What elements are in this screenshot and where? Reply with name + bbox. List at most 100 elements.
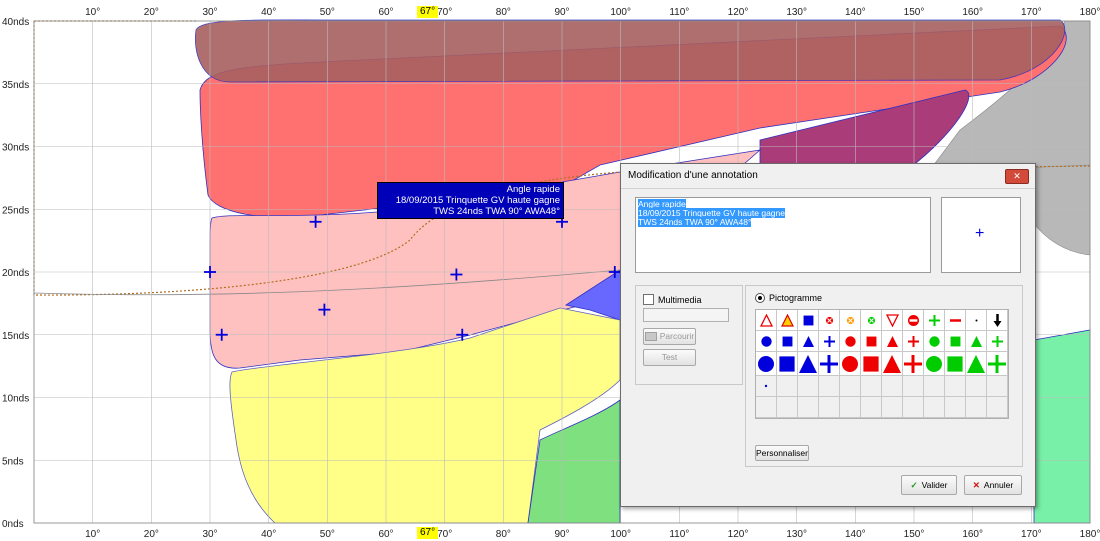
x-tick-label: 80° — [496, 7, 511, 18]
empty-cell[interactable] — [903, 397, 924, 418]
x-tick-label: 40° — [261, 529, 276, 540]
plus-green-icon[interactable] — [924, 310, 945, 331]
angle-marker-top: 67° — [417, 6, 439, 18]
empty-cell[interactable] — [945, 397, 966, 418]
checkbox-box[interactable] — [643, 294, 654, 305]
empty-cell[interactable] — [882, 376, 903, 397]
radio-dot[interactable] — [755, 293, 765, 303]
empty-cell[interactable] — [819, 376, 840, 397]
square-green-icon[interactable] — [945, 352, 966, 376]
empty-cell[interactable] — [756, 376, 777, 397]
square-red-icon[interactable] — [861, 331, 882, 352]
plus-red-icon[interactable] — [903, 352, 924, 376]
circle-green-icon[interactable] — [924, 331, 945, 352]
arrow-down-black-icon[interactable] — [987, 310, 1008, 331]
empty-cell[interactable] — [987, 397, 1008, 418]
x-tick-label: 120° — [728, 7, 749, 18]
multimedia-path-field[interactable] — [643, 308, 729, 322]
circle-x-orange-icon[interactable] — [840, 310, 861, 331]
text-line: TWS 24nds TWA 90° AWA48° — [638, 217, 752, 227]
circle-green-icon[interactable] — [924, 352, 945, 376]
annuler-button[interactable]: ✕ Annuler — [964, 475, 1022, 495]
circle-x-red-icon[interactable] — [819, 310, 840, 331]
empty-cell[interactable] — [777, 376, 798, 397]
valider-button[interactable]: ✓ Valider — [901, 475, 957, 495]
x-tick-label: 140° — [845, 529, 866, 540]
test-button[interactable]: Test — [643, 349, 696, 366]
annotation-text-area[interactable]: Angle rapide 18/09/2015 Trinquette GV ha… — [635, 197, 931, 273]
x-tick-label: 130° — [786, 529, 807, 540]
empty-cell[interactable] — [903, 376, 924, 397]
square-red-icon[interactable] — [861, 352, 882, 376]
empty-cell[interactable] — [861, 397, 882, 418]
circle-x-green-icon[interactable] — [861, 310, 882, 331]
no-entry-icon[interactable] — [903, 310, 924, 331]
angle-marker-bottom: 67° — [417, 527, 439, 539]
empty-cell[interactable] — [966, 397, 987, 418]
triangle-blue-icon[interactable] — [798, 352, 819, 376]
triangle-red-icon[interactable] — [882, 331, 903, 352]
square-blue-icon[interactable] — [777, 331, 798, 352]
plus-green-icon[interactable] — [987, 331, 1008, 352]
dialog-titlebar[interactable]: Modification d'une annotation ✕ — [621, 164, 1035, 189]
parcourir-button[interactable]: Parcourir — [643, 328, 696, 345]
x-tick-label: 70° — [437, 7, 452, 18]
x-tick-label: 110° — [669, 7, 689, 18]
check-icon: ✓ — [910, 480, 918, 490]
y-tick-label: 30nds — [2, 143, 29, 154]
dialog-body: Angle rapide 18/09/2015 Trinquette GV ha… — [621, 189, 1035, 506]
pictogram-grid[interactable] — [755, 309, 1009, 419]
x-tick-label: 30° — [202, 529, 217, 540]
tooltip-line: Angle rapide — [506, 184, 560, 195]
triangle-down-red-icon[interactable] — [882, 310, 903, 331]
empty-cell[interactable] — [924, 376, 945, 397]
empty-cell[interactable] — [882, 397, 903, 418]
square-blue-icon[interactable] — [798, 310, 819, 331]
circle-red-icon[interactable] — [840, 331, 861, 352]
triangle-green-icon[interactable] — [966, 352, 987, 376]
multimedia-checkbox[interactable]: Multimedia — [643, 294, 702, 305]
empty-cell[interactable] — [798, 397, 819, 418]
empty-cell[interactable] — [924, 397, 945, 418]
empty-cell[interactable] — [861, 376, 882, 397]
triangle-orange-icon[interactable] — [777, 310, 798, 331]
plus-red-icon[interactable] — [903, 331, 924, 352]
close-button[interactable]: ✕ — [1005, 169, 1029, 184]
empty-cell[interactable] — [798, 376, 819, 397]
x-tick-label: 50° — [320, 7, 335, 18]
x-tick-label: 80° — [496, 529, 511, 540]
plus-blue-icon[interactable] — [819, 331, 840, 352]
x-tick-label: 180° — [1080, 7, 1100, 18]
x-tick-label: 140° — [845, 7, 866, 18]
y-tick-label: 35nds — [2, 80, 29, 91]
square-green-icon[interactable] — [945, 331, 966, 352]
triangle-red-icon[interactable] — [882, 352, 903, 376]
x-tick-label: 110° — [669, 529, 689, 540]
empty-cell[interactable] — [840, 376, 861, 397]
empty-cell[interactable] — [777, 397, 798, 418]
plus-blue-icon[interactable] — [819, 352, 840, 376]
x-tick-label: 170° — [1021, 529, 1042, 540]
triangle-green-icon[interactable] — [966, 331, 987, 352]
pictogramme-radio[interactable]: Pictogramme — [755, 293, 822, 303]
empty-cell[interactable] — [945, 376, 966, 397]
empty-cell[interactable] — [966, 376, 987, 397]
circle-blue-icon[interactable] — [756, 352, 777, 376]
y-tick-label: 20nds — [2, 268, 29, 279]
empty-cell[interactable] — [987, 376, 1008, 397]
empty-cell[interactable] — [756, 397, 777, 418]
x-tick-label: 130° — [786, 7, 807, 18]
triangle-outline-red-icon[interactable] — [756, 310, 777, 331]
circle-red-icon[interactable] — [840, 352, 861, 376]
dot-small-icon[interactable] — [966, 310, 987, 331]
brown-area — [195, 19, 1066, 83]
triangle-blue-icon[interactable] — [798, 331, 819, 352]
minus-red-icon[interactable] — [945, 310, 966, 331]
plus-green-icon[interactable] — [987, 352, 1008, 376]
empty-cell[interactable] — [819, 397, 840, 418]
x-tick-label: 30° — [202, 7, 217, 18]
personnaliser-button[interactable]: Personnaliser — [755, 445, 809, 461]
empty-cell[interactable] — [840, 397, 861, 418]
square-blue-icon[interactable] — [777, 352, 798, 376]
circle-blue-icon[interactable] — [756, 331, 777, 352]
